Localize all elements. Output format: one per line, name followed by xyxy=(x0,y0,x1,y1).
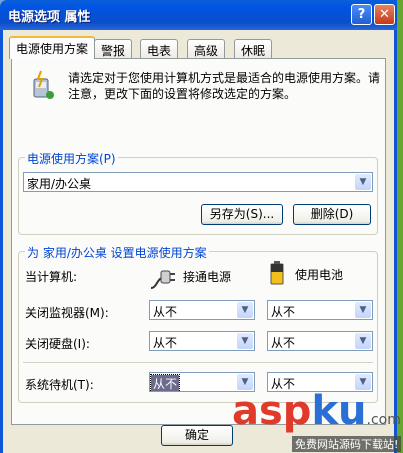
background-strip xyxy=(397,0,403,453)
tab-alarms[interactable]: 警报 xyxy=(94,39,133,58)
plug-icon xyxy=(150,270,175,289)
monitor-off-dc-select[interactable]: 从不 ▼ xyxy=(267,300,373,320)
intro-text-line1: 请选定对于您使用计算机方式是最适合的电源使用方案。请 xyxy=(68,71,381,85)
title-bar[interactable]: 电源选项 属性 ? ✕ xyxy=(0,0,403,30)
battery-label: 使用电池 xyxy=(295,268,344,282)
chevron-down-icon[interactable]: ▼ xyxy=(355,302,371,318)
delete-button[interactable]: 删除(D) xyxy=(293,204,371,225)
window-title: 电源选项 属性 xyxy=(8,10,91,25)
close-button[interactable]: ✕ xyxy=(374,4,395,25)
monitor-off-ac-select[interactable]: 从不 ▼ xyxy=(149,300,255,320)
watermark-logo: aspku.com xyxy=(232,388,401,434)
tab-hibernate[interactable]: 休眠 xyxy=(234,39,273,58)
chevron-down-icon[interactable]: ▼ xyxy=(237,302,253,318)
scheme-select-value: 家用/办公桌 xyxy=(27,177,92,191)
hard-disk-off-dc-value: 从不 xyxy=(271,336,296,350)
monitor-off-label: 关闭监视器(M): xyxy=(25,306,109,320)
hard-disk-off-ac-select[interactable]: 从不 ▼ xyxy=(149,331,255,351)
standby-ac-value: 从不 xyxy=(150,374,181,391)
watermark-part1: asp xyxy=(232,388,312,434)
ok-button[interactable]: 确定 xyxy=(161,425,233,446)
hard-disk-off-dc-select[interactable]: 从不 ▼ xyxy=(267,331,373,351)
battery-icon xyxy=(270,261,284,285)
watermark-subtitle: 免费网站源码下载站! xyxy=(292,436,402,452)
intro-text-line2: 注意，更改下面的设置将修改选定的方案。 xyxy=(68,87,297,101)
hard-disk-off-ac-value: 从不 xyxy=(153,336,178,350)
tab-power-schemes[interactable]: 电源使用方案 xyxy=(9,36,96,59)
save-as-button[interactable]: 另存为(S)... xyxy=(201,204,283,225)
chevron-down-icon[interactable]: ▼ xyxy=(355,174,371,190)
settings-group: 为 家用/办公桌 设置电源使用方案 当计算机: 接通电源 使用电池 关闭监视器(… xyxy=(18,244,378,403)
help-button[interactable]: ? xyxy=(351,4,372,25)
plugged-in-label: 接通电源 xyxy=(183,270,232,284)
tab-power-meter[interactable]: 电表 xyxy=(140,39,179,58)
watermark-suffix: .com xyxy=(366,412,401,428)
chevron-down-icon[interactable]: ▼ xyxy=(355,333,371,349)
tab-advanced[interactable]: 高级 xyxy=(187,39,226,58)
power-scheme-icon xyxy=(33,70,54,99)
divider xyxy=(23,362,373,364)
settings-group-label: 为 家用/办公桌 设置电源使用方案 xyxy=(25,244,209,261)
monitor-off-ac-value: 从不 xyxy=(153,305,178,319)
scheme-group: 电源使用方案(P) 家用/办公桌 ▼ 另存为(S)... 删除(D) xyxy=(18,150,378,235)
scheme-select[interactable]: 家用/办公桌 ▼ xyxy=(23,172,373,192)
monitor-off-dc-value: 从不 xyxy=(271,305,296,319)
standby-label: 系统待机(T): xyxy=(25,378,94,392)
when-computer-label: 当计算机: xyxy=(25,270,78,284)
scheme-group-label: 电源使用方案(P) xyxy=(25,150,118,167)
tab-panel: 请选定对于您使用计算机方式是最适合的电源使用方案。请 注意，更改下面的设置将修改… xyxy=(11,58,386,425)
watermark-part2: ku xyxy=(311,388,367,434)
chevron-down-icon[interactable]: ▼ xyxy=(237,333,253,349)
hard-disk-off-label: 关闭硬盘(I): xyxy=(25,337,90,351)
